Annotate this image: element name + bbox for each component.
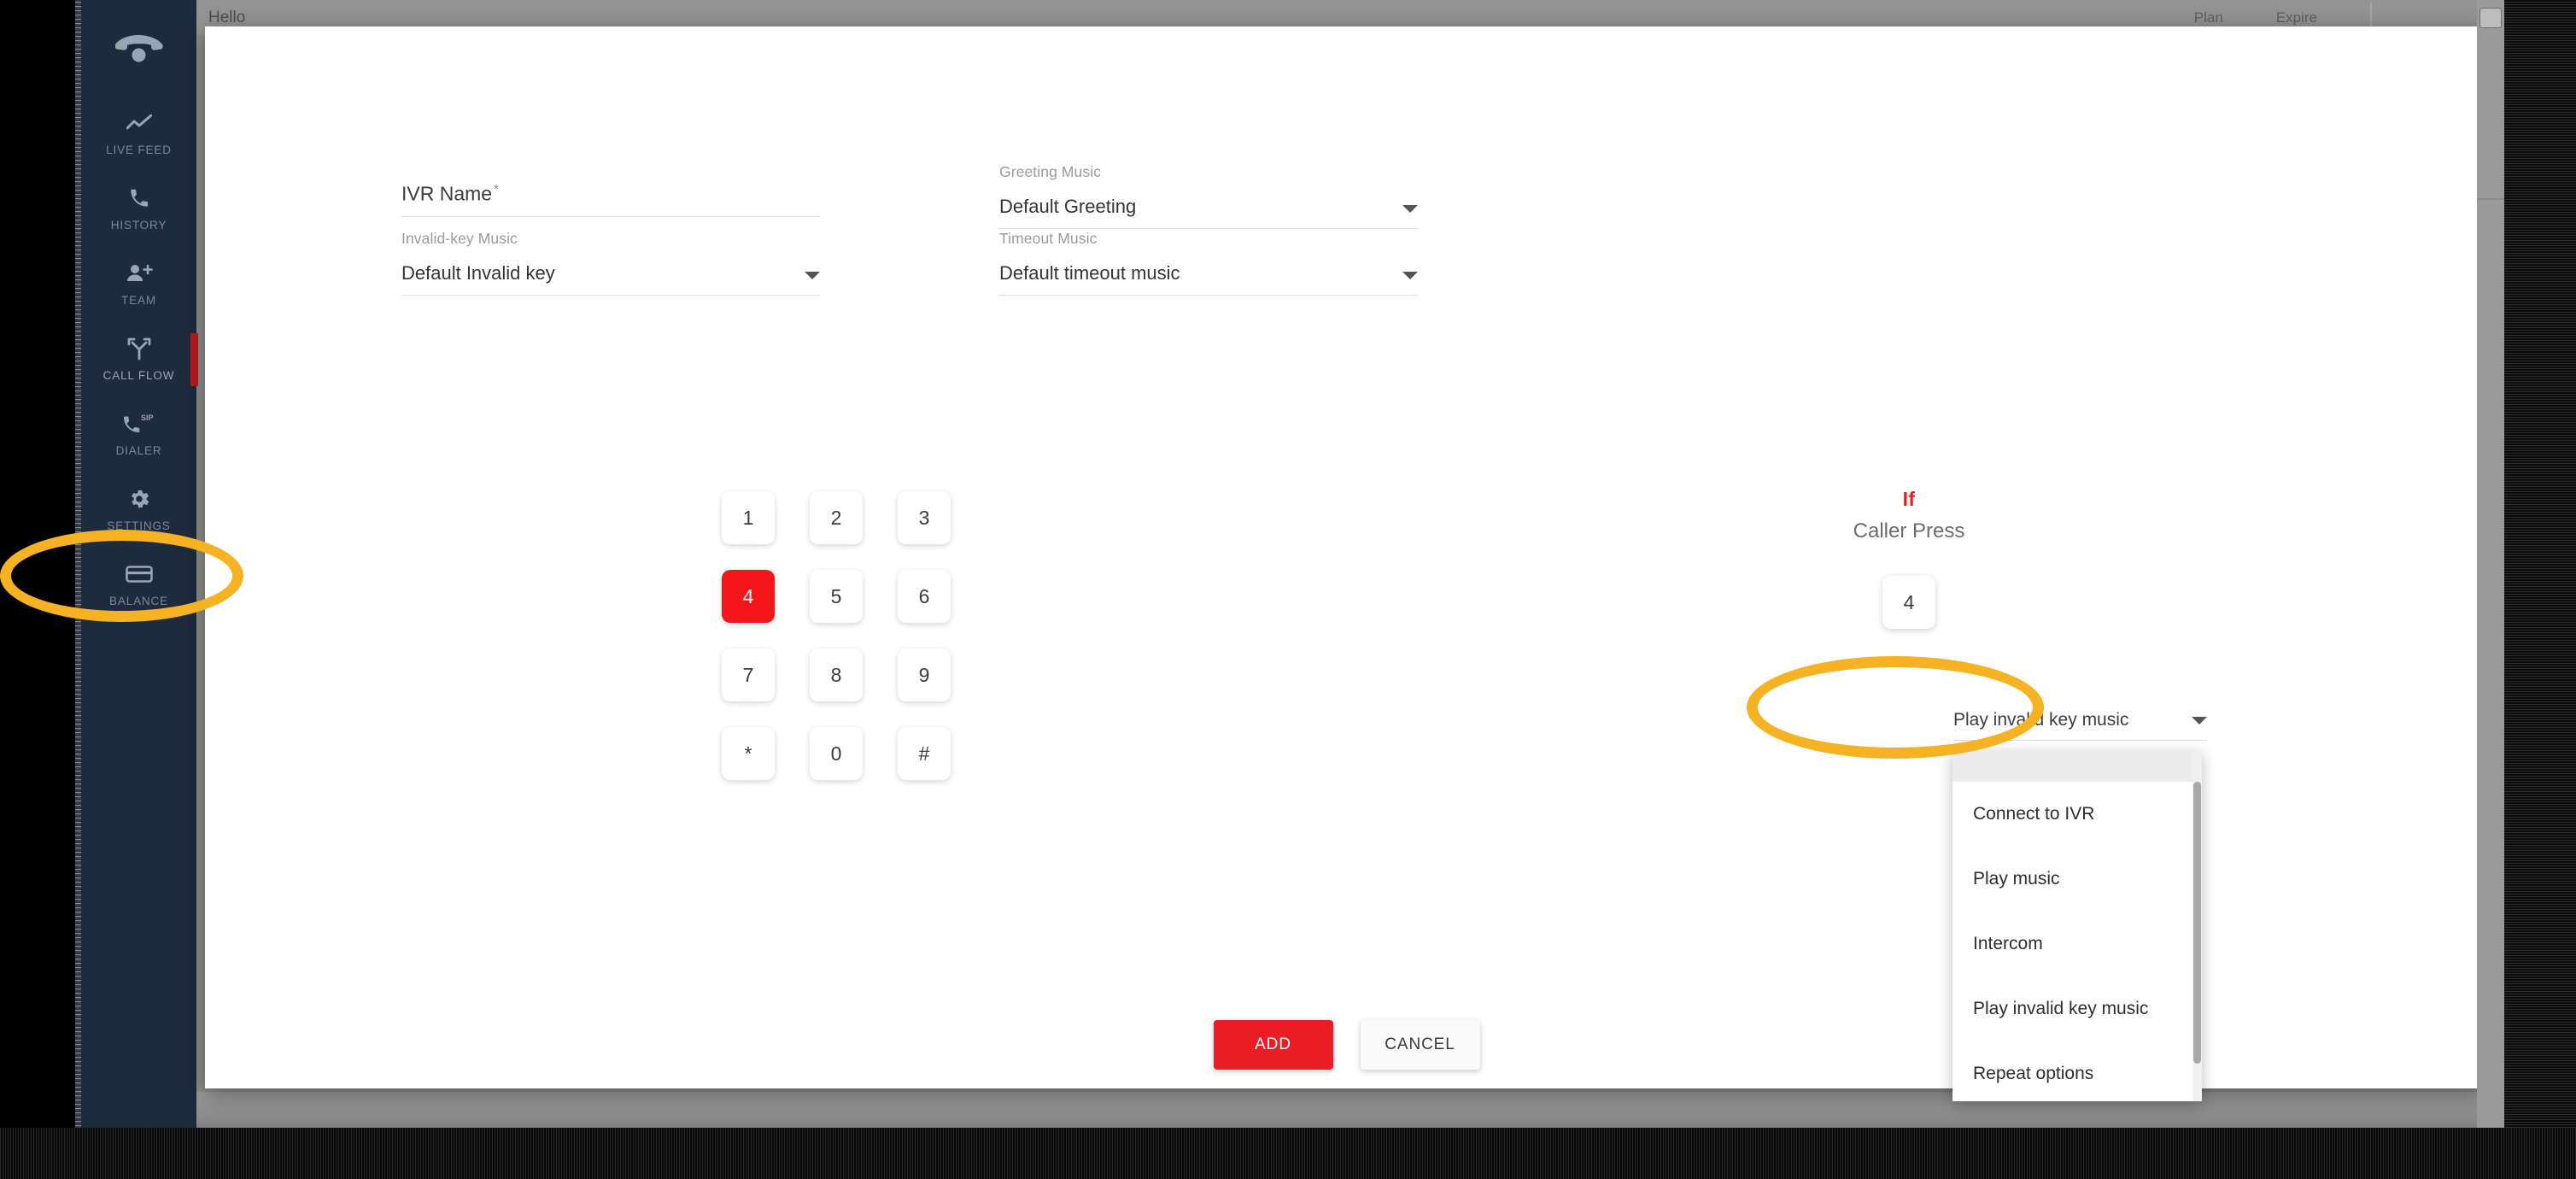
invalid-key-music-label: Invalid-key Music (401, 230, 518, 247)
dropdown-option-play-music[interactable]: Play music (1952, 847, 2202, 912)
modal-action-bar: ADD CANCEL (205, 1020, 2488, 1070)
chevron-down-icon (1402, 205, 1418, 213)
chevron-down-icon (2192, 716, 2207, 724)
selected-press-key: 4 (1882, 576, 1935, 629)
dtmf-keypad: 1 2 3 4 5 6 7 8 9 * 0 # (722, 491, 986, 806)
timeout-music-label: Timeout Music (999, 230, 1098, 247)
sidebar-item-live-feed[interactable]: LIVE FEED (81, 96, 196, 171)
capture-artifact-bottom (0, 1128, 2576, 1179)
add-person-icon (126, 261, 153, 286)
sidebar-item-call-flow[interactable]: CALL FLOW (81, 321, 198, 396)
sidebar-label-call-flow: CALL FLOW (102, 369, 175, 382)
field-greeting-music: Greeting Music Default Greeting (999, 163, 1418, 229)
screen-root: Hello Plan Expire LIVE FEED HISTORY TEAM… (0, 0, 2576, 1179)
sidebar-item-balance[interactable]: BALANCE (81, 547, 196, 622)
keypad-key-8[interactable]: 8 (810, 648, 863, 701)
dropdown-blank-option[interactable] (1952, 751, 2202, 782)
keypad-key-9[interactable]: 9 (898, 648, 951, 701)
sidebar-label-settings: SETTINGS (107, 519, 171, 532)
caller-press-action-value: Play invalid key music (1953, 710, 2129, 730)
sidebar-item-history[interactable]: HISTORY (81, 171, 196, 246)
caller-press-title: Caller Press (1853, 519, 1965, 543)
sidebar-item-team[interactable]: TEAM (81, 246, 196, 321)
field-invalid-key-music: Invalid-key Music Default Invalid key (401, 230, 820, 296)
phone-handset-icon (114, 33, 163, 67)
phone-icon (128, 185, 150, 211)
greeting-music-select[interactable]: Default Greeting (999, 196, 1418, 229)
greeting-music-label: Greeting Music (999, 163, 1102, 180)
keypad-key-star[interactable]: * (722, 727, 775, 780)
trend-line-icon (126, 110, 152, 136)
ivr-name-input-row[interactable]: IVR Name * (401, 182, 820, 217)
invalid-key-music-select[interactable]: Default Invalid key (401, 262, 820, 296)
ivr-name-placeholder: IVR Name * (401, 182, 499, 205)
sidebar-item-dialer[interactable]: SIP DIALER (81, 396, 196, 472)
chevron-down-icon (1402, 272, 1418, 279)
timeout-music-value: Default timeout music (999, 262, 1180, 284)
chevron-down-icon (805, 272, 820, 279)
keypad-key-hash[interactable]: # (898, 727, 951, 780)
app-logo[interactable] (81, 12, 196, 87)
sidebar-nav: LIVE FEED HISTORY TEAM CALL FLOW SIP DIA… (81, 0, 198, 1141)
card-icon (125, 561, 153, 587)
sidebar-label-history: HISTORY (110, 219, 167, 232)
sidebar-label-live-feed: LIVE FEED (106, 144, 172, 156)
caller-press-action-select[interactable]: Play invalid key music (1953, 710, 2207, 741)
caller-press-panel: If Caller Press 4 (1661, 488, 2157, 629)
sip-phone-icon: SIP (122, 411, 156, 437)
svg-text:SIP: SIP (141, 414, 154, 422)
capture-artifact-right (2504, 0, 2576, 1179)
keypad-key-1[interactable]: 1 (722, 491, 775, 544)
sidebar-item-settings[interactable]: SETTINGS (81, 472, 196, 547)
page-scrollbar-track[interactable] (2477, 0, 2504, 1141)
keypad-key-6[interactable]: 6 (898, 570, 951, 623)
page-scrollbar-seam (2477, 198, 2504, 200)
page-scrollbar-thumb[interactable] (2479, 8, 2502, 28)
field-timeout-music: Timeout Music Default timeout music (999, 230, 1418, 296)
dropdown-option-connect-to-ivr[interactable]: Connect to IVR (1952, 782, 2202, 847)
keypad-key-2[interactable]: 2 (810, 491, 863, 544)
field-ivr-name: IVR Name * (401, 182, 820, 217)
header-plan-label[interactable]: Plan (2194, 9, 2223, 26)
header-greeting: Hello (208, 8, 246, 26)
keypad-key-5[interactable]: 5 (810, 570, 863, 623)
timeout-music-select[interactable]: Default timeout music (999, 262, 1418, 296)
keypad-key-3[interactable]: 3 (898, 491, 951, 544)
sidebar-label-team: TEAM (121, 294, 156, 307)
add-button[interactable]: ADD (1213, 1020, 1333, 1070)
required-mark: * (494, 182, 499, 196)
header-expire-label[interactable]: Expire (2276, 9, 2317, 26)
dropdown-option-intercom[interactable]: Intercom (1952, 912, 2202, 977)
sidebar-label-balance: BALANCE (109, 595, 168, 607)
keypad-key-4[interactable]: 4 (722, 570, 775, 623)
keypad-key-0[interactable]: 0 (810, 727, 863, 780)
greeting-music-value: Default Greeting (999, 196, 1137, 217)
gear-icon (127, 486, 151, 512)
call-flow-branch-icon (126, 336, 152, 361)
if-keyword: If (1902, 488, 1916, 510)
sidebar-label-dialer: DIALER (115, 444, 162, 457)
invalid-key-music-value: Default Invalid key (401, 262, 555, 284)
cancel-button[interactable]: CANCEL (1360, 1020, 1480, 1070)
keypad-key-7[interactable]: 7 (722, 648, 775, 701)
ivr-modal-card: IVR Name * Greeting Music Default Greetin… (205, 26, 2488, 1101)
